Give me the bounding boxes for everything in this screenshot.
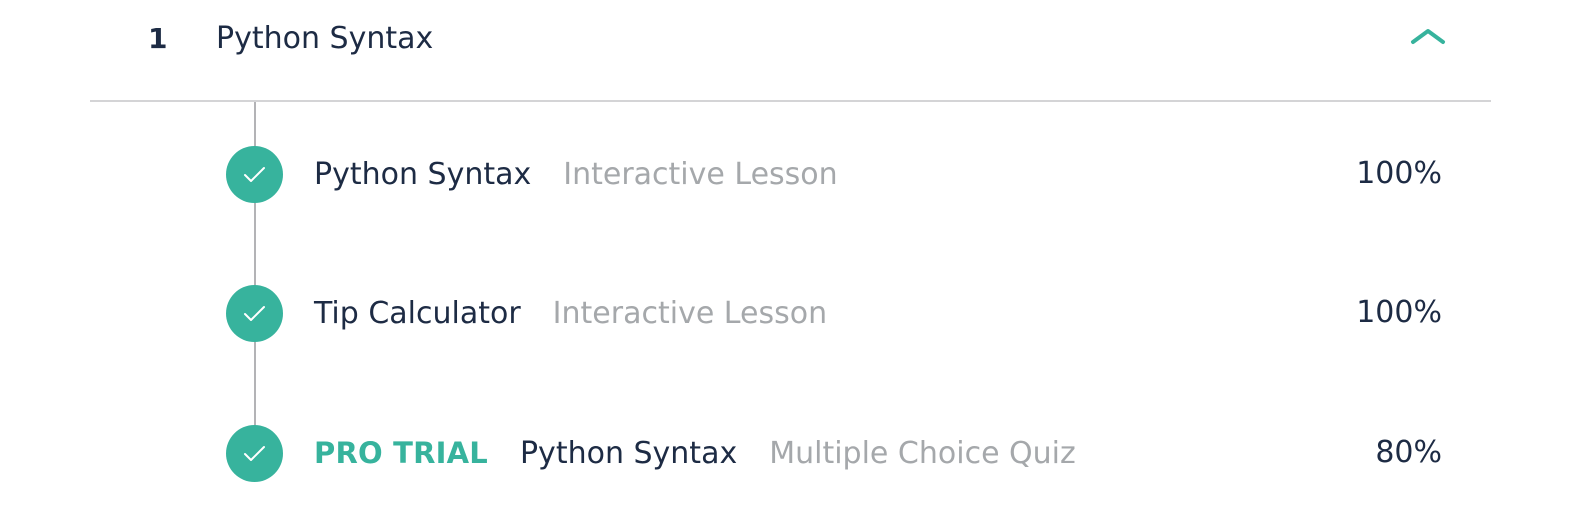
lesson-type: Interactive Lesson (552, 295, 828, 331)
check-icon (226, 425, 283, 482)
lesson-progress: 100% (1356, 156, 1442, 191)
lesson-text: Python Syntax Interactive Lesson (314, 154, 838, 194)
chevron-up-icon[interactable] (1404, 20, 1452, 56)
lesson-title[interactable]: Tip Calculator (314, 296, 521, 331)
lesson-type: Multiple Choice Quiz (769, 435, 1076, 471)
lesson-title[interactable]: Python Syntax (314, 157, 531, 192)
check-icon (226, 285, 283, 342)
lesson-type: Interactive Lesson (563, 156, 838, 192)
lesson-progress: 100% (1356, 295, 1442, 330)
module-header[interactable]: 1 Python Syntax (0, 0, 1572, 80)
module-divider (90, 100, 1491, 102)
lesson-row[interactable]: Python Syntax Interactive Lesson 100% (0, 144, 1572, 204)
lesson-text: Tip Calculator Interactive Lesson (314, 293, 827, 333)
check-icon (226, 146, 283, 203)
lesson-title[interactable]: Python Syntax (520, 436, 737, 471)
lesson-row[interactable]: Tip Calculator Interactive Lesson 100% (0, 283, 1572, 343)
module-title: Python Syntax (216, 21, 434, 56)
pro-trial-badge: PRO TRIAL (314, 436, 488, 470)
lesson-text: PRO TRIAL Python Syntax Multiple Choice … (314, 433, 1076, 473)
syllabus-module: 1 Python Syntax Python Syntax Interactiv… (0, 0, 1572, 512)
module-number: 1 (148, 22, 168, 55)
lesson-progress: 80% (1375, 435, 1442, 470)
lesson-row[interactable]: PRO TRIAL Python Syntax Multiple Choice … (0, 423, 1572, 483)
